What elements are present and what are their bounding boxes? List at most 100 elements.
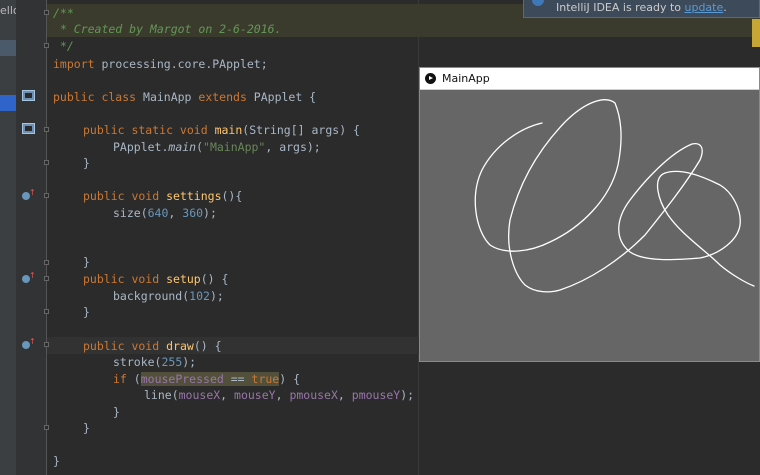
code-line-class[interactable]: public class MainApp extends PApplet { [53, 89, 316, 105]
fold-settings-end-icon[interactable] [44, 260, 49, 265]
notification-text: IntelliJ IDEA is ready to [556, 1, 685, 14]
editor-gutter [16, 0, 46, 475]
args-rest: , args); [265, 140, 321, 154]
doc-comment-text: * Created by Margot on 2-6-2016. [53, 22, 282, 36]
code-line-setup-sig[interactable]: public void setup() { [83, 271, 228, 287]
mainapp-titlebar[interactable]: MainApp [420, 68, 759, 90]
fold-draw-end-icon[interactable] [44, 425, 49, 430]
mouse-pressed-var: mousePressed [140, 372, 224, 386]
override-settings-icon[interactable]: ↑ [22, 188, 36, 201]
notification-end: . [723, 1, 727, 14]
stroke-value: 255 [161, 355, 183, 369]
brace: } [83, 255, 90, 269]
code-line-size[interactable]: size(640, 360); [113, 205, 217, 221]
code-line-main-close[interactable]: } [83, 155, 90, 171]
base-class: PApplet { [246, 90, 317, 104]
size-height: 360 [182, 206, 204, 220]
project-panel-cut-text: ello [0, 4, 16, 17]
if-open: ( [126, 372, 141, 386]
fold-comment-end-icon[interactable] [44, 43, 49, 48]
fold-setup-icon[interactable] [44, 276, 49, 281]
code-line-draw-sig[interactable]: public void draw() { [83, 338, 222, 354]
update-link[interactable]: update [685, 1, 724, 14]
project-panel-edge: ello [0, 0, 16, 475]
mainapp-window[interactable]: MainApp [419, 67, 760, 362]
background-value: 102 [189, 289, 210, 303]
code-line-1[interactable]: /** [53, 5, 74, 21]
if-operator: == [223, 372, 252, 386]
settings-paren: (){ [221, 189, 243, 203]
size-call: size( [113, 206, 148, 220]
if-close: ) { [279, 372, 300, 386]
code-line-main-sig[interactable]: public static void main(String[] args) { [83, 122, 360, 138]
code-line-settings-close[interactable]: } [83, 254, 90, 270]
class-keyword: public class [53, 90, 137, 104]
code-line-stroke[interactable]: stroke(255); [113, 354, 196, 370]
mainapp-title: MainApp [442, 72, 490, 85]
update-notification[interactable]: IntelliJ IDEA is ready to update. [523, 0, 760, 18]
import-path: processing.core.PApplet; [94, 57, 268, 71]
scrollbar-warning-marker[interactable] [752, 19, 760, 47]
notification-message: IntelliJ IDEA is ready to update. [556, 1, 727, 14]
setup-paren: () { [200, 272, 229, 286]
fold-comment-icon[interactable] [44, 10, 49, 15]
info-icon [532, 0, 544, 6]
brace: } [83, 305, 90, 319]
code-line-if-close[interactable]: } [113, 404, 120, 420]
pmousex-var: pmouseX [289, 388, 338, 402]
sketch-drawing [474, 99, 755, 293]
code-line-draw-close[interactable]: } [83, 420, 90, 436]
fold-main-end-icon[interactable] [44, 160, 49, 165]
gutter-divider [46, 0, 47, 475]
main-app-string: "MainApp" [203, 140, 266, 154]
fold-setup-end-icon[interactable] [44, 309, 49, 314]
code-line-3[interactable]: */ [53, 38, 74, 54]
setup-name: setup [166, 272, 201, 286]
code-line-line-call[interactable]: line(mouseX, mouseY, pmouseX, pmouseY); [144, 387, 414, 403]
run-class-icon[interactable] [22, 90, 35, 101]
code-line-class-close[interactable]: } [53, 453, 60, 469]
freehand-stroke [474, 99, 755, 293]
fold-settings-icon[interactable] [44, 193, 49, 198]
papplet-ref: PApplet. [113, 140, 169, 154]
papplet-main-call: main [168, 140, 197, 154]
project-tree-selection[interactable] [0, 40, 16, 56]
code-line-setup-close[interactable]: } [83, 304, 90, 320]
fold-main-icon[interactable] [44, 127, 49, 132]
code-line-if[interactable]: if (mousePressed == true) { [113, 371, 300, 387]
stroke-call: stroke( [113, 355, 162, 369]
brace: } [83, 156, 90, 170]
code-line-papplet-main[interactable]: PApplet.main("MainApp", args); [113, 139, 321, 155]
main-name: main [214, 123, 243, 137]
doc-comment-open: /** [53, 6, 74, 20]
code-line-import[interactable]: import processing.core.PApplet; [53, 56, 268, 72]
doc-comment-close: */ [53, 39, 74, 53]
brace: } [113, 405, 120, 419]
override-setup-icon[interactable]: ↑ [22, 271, 36, 284]
background-call: background( [113, 289, 190, 303]
fold-draw-icon[interactable] [44, 342, 49, 347]
settings-name: settings [166, 189, 222, 203]
override-draw-icon[interactable]: ↑ [22, 337, 36, 350]
if-keyword: if [113, 372, 127, 386]
mousey-var: mouseY [234, 388, 276, 402]
mousex-var: mouseX [178, 388, 221, 402]
size-width: 640 [147, 206, 169, 220]
main-modifiers: public static void [83, 123, 208, 137]
processing-app-icon [425, 73, 436, 84]
code-line-background[interactable]: background(102); [113, 288, 224, 304]
background-end: ); [209, 289, 224, 303]
sketch-canvas[interactable] [420, 90, 759, 361]
size-sep: , [168, 206, 183, 220]
size-end: ); [203, 206, 217, 220]
project-tree-active-item[interactable] [0, 95, 16, 111]
draw-name: draw [166, 339, 194, 353]
main-params: (String[] args) { [242, 123, 360, 137]
brace: } [53, 454, 60, 468]
code-line-2[interactable]: * Created by Margot on 2-6-2016. [53, 21, 282, 37]
paren-open: ( [196, 140, 204, 154]
code-line-settings-sig[interactable]: public void settings(){ [83, 188, 242, 204]
run-main-icon[interactable] [22, 123, 35, 134]
draw-modifiers: public void [83, 339, 160, 353]
brace: } [83, 421, 90, 435]
